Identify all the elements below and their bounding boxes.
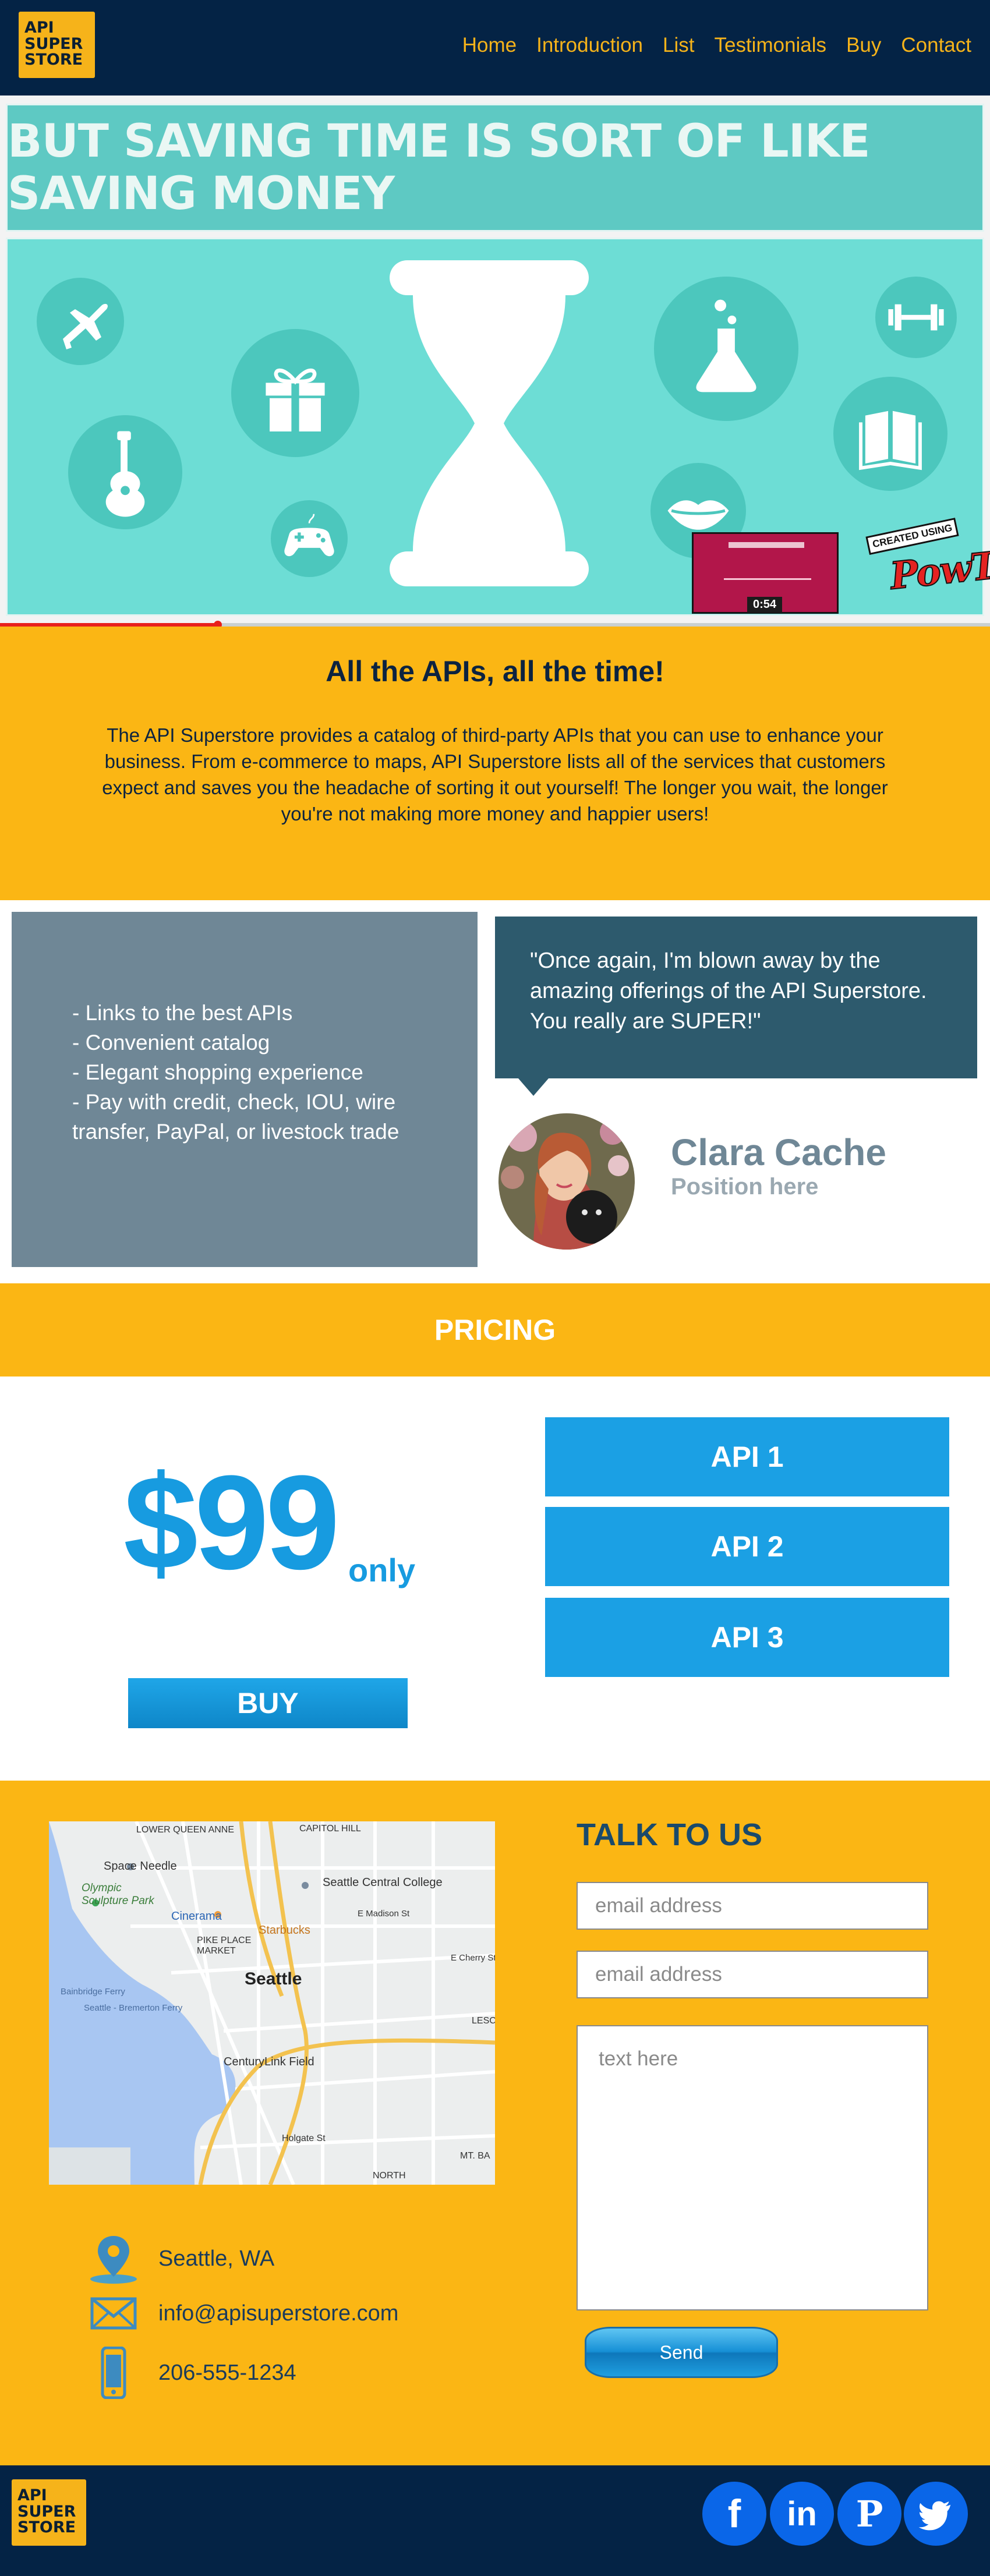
intro-video[interactable]: BUT SAVING TIME IS SORT OF LIKE SAVING M… — [0, 95, 990, 627]
video-thumbnail[interactable]: 0:54 — [692, 532, 839, 614]
logo-line-3: STORE — [24, 51, 83, 69]
map-label: LESC — [472, 2016, 495, 2026]
buy-button[interactable]: BUY — [128, 1678, 408, 1728]
map-label: Seattle — [245, 1969, 302, 1988]
logo-line-2: SUPER — [24, 34, 83, 53]
location-row: Seattle, WA — [87, 2232, 274, 2285]
nav-contact[interactable]: Contact — [901, 34, 971, 57]
map-label: Holgate St — [282, 2133, 326, 2143]
map-label: Bainbridge Ferry — [61, 1987, 125, 1997]
email-field-2[interactable] — [577, 1951, 928, 1998]
email-text[interactable]: info@apisuperstore.com — [158, 2301, 398, 2326]
intro-body: The API Superstore provides a catalog of… — [102, 724, 888, 825]
map-label: PIKE PLACE MARKET — [197, 1935, 252, 1956]
map-label: MT. BA — [460, 2151, 490, 2161]
thumbnail-track — [724, 578, 811, 580]
logo-line-3: STORE — [17, 2518, 76, 2537]
site-logo[interactable]: API SUPER STORE — [19, 12, 95, 78]
map-label: Space Needle — [104, 1860, 177, 1873]
pricing-header: PRICING — [0, 1283, 990, 1377]
main-nav: Home Introduction List Testimonials Buy … — [443, 34, 971, 57]
nav-buy[interactable]: Buy — [846, 34, 881, 57]
logo-line-2: SUPER — [17, 2502, 76, 2521]
logo-line-1: API — [17, 2486, 47, 2504]
logo-line-1: API — [24, 19, 54, 37]
features-list: - Links to the best APIs - Convenient ca… — [72, 998, 445, 1147]
testimonial-position: Position here — [671, 1174, 819, 1199]
features-panel: - Links to the best APIs - Convenient ca… — [12, 912, 478, 1267]
guitar-icon — [68, 415, 182, 529]
feature-item: - Convenient catalog — [72, 1031, 270, 1055]
pinterest-icon[interactable]: P — [837, 2482, 901, 2546]
avatar — [498, 1113, 635, 1250]
nav-introduction[interactable]: Introduction — [536, 34, 643, 57]
intro-heading: All the APIs, all the time! — [326, 655, 664, 688]
book-icon — [833, 377, 947, 491]
pricing-title: PRICING — [434, 1314, 556, 1346]
location-map[interactable]: LOWER QUEEN ANNE CAPITOL HILL Space Need… — [49, 1821, 495, 2185]
video-banner-text: BUT SAVING TIME IS SORT OF LIKE SAVING M… — [8, 115, 870, 220]
phone-row: 206-555-1234 — [87, 2347, 296, 2399]
map-label: NORTH — [373, 2171, 406, 2181]
flask-icon — [654, 277, 798, 421]
video-progress-handle[interactable] — [214, 621, 222, 627]
map-label: E Cherry St — [451, 1953, 495, 1963]
gamepad-icon — [271, 500, 348, 577]
testimonial-name: Clara Cache — [671, 1131, 886, 1173]
api-1-button[interactable]: API 1 — [545, 1417, 949, 1496]
facebook-glyph: f — [727, 2492, 741, 2536]
testimonial-quote: "Once again, I'm blown away by the amazi… — [495, 917, 977, 1078]
map-label: Olympic Sculpture Park — [82, 1882, 154, 1907]
price-suffix: only — [348, 1552, 416, 1588]
linkedin-glyph: in — [787, 2494, 817, 2533]
phone-text[interactable]: 206-555-1234 — [158, 2361, 296, 2386]
send-button[interactable]: Send — [585, 2327, 778, 2378]
quote-pointer — [518, 1078, 549, 1096]
phone-icon — [87, 2347, 140, 2399]
location-pin-icon — [87, 2232, 140, 2285]
price-amount: $99 — [123, 1448, 340, 1597]
map-label: CenturyLink Field — [224, 2055, 314, 2068]
map-label: LOWER QUEEN ANNE — [136, 1825, 235, 1835]
map-label: E Madison St — [358, 1909, 410, 1919]
footer-logo[interactable]: API SUPER STORE — [12, 2479, 86, 2546]
thumbnail-title-bar — [729, 542, 804, 548]
linkedin-icon[interactable]: in — [770, 2482, 834, 2546]
nav-testimonials[interactable]: Testimonials — [714, 34, 826, 57]
nav-home[interactable]: Home — [462, 34, 517, 57]
message-textarea[interactable] — [577, 2025, 928, 2310]
twitter-icon[interactable] — [904, 2482, 968, 2546]
introduction-section: All the APIs, all the time! The API Supe… — [0, 627, 990, 900]
powtoon-watermark[interactable]: CREATED USING PowToon — [862, 517, 990, 605]
video-duration: 0:54 — [747, 597, 783, 613]
site-header: API SUPER STORE Home Introduction List T… — [0, 0, 990, 95]
airplane-icon — [37, 278, 124, 365]
mail-icon — [87, 2287, 140, 2340]
facebook-icon[interactable]: f — [702, 2482, 766, 2546]
feature-item: - Elegant shopping experience — [72, 1060, 363, 1084]
email-field[interactable] — [577, 1882, 928, 1930]
dumbbell-icon — [875, 277, 957, 358]
video-banner: BUT SAVING TIME IS SORT OF LIKE SAVING M… — [6, 104, 984, 232]
feature-item: - Pay with credit, check, IOU, wire tran… — [72, 1090, 399, 1144]
contact-title: TALK TO US — [577, 1817, 762, 1852]
map-label: Seattle - Bremerton Ferry — [84, 2003, 183, 2013]
map-label: Seattle Central College — [323, 1876, 443, 1889]
api-3-button[interactable]: API 3 — [545, 1598, 949, 1677]
hourglass-icon — [384, 260, 595, 586]
location-text: Seattle, WA — [158, 2246, 275, 2271]
map-label: Cinerama — [171, 1910, 222, 1923]
pinterest-glyph: P — [855, 2492, 883, 2535]
feature-item: - Links to the best APIs — [72, 1001, 293, 1025]
api-2-button[interactable]: API 2 — [545, 1507, 949, 1586]
site-footer: API SUPER STORE f in P — [0, 2465, 990, 2576]
map-label: CAPITOL HILL — [299, 1824, 361, 1834]
gift-icon — [231, 329, 359, 457]
nav-list[interactable]: List — [663, 34, 694, 57]
email-row: info@apisuperstore.com — [87, 2287, 398, 2340]
